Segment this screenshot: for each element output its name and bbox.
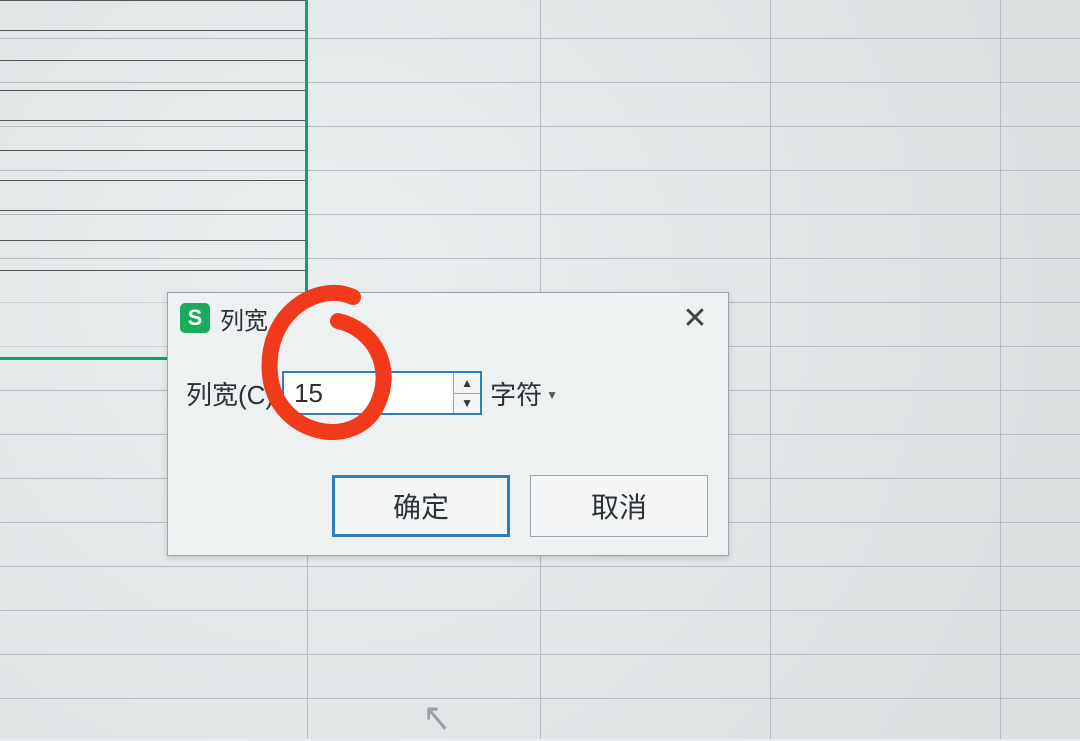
column-width-input[interactable] xyxy=(284,373,453,413)
chevron-down-icon: ▼ xyxy=(546,388,558,402)
column-width-dialog: S 列宽 ✕ 列宽(C) ▲ ▼ 字符 ▼ 确定 取消 xyxy=(167,292,729,556)
unit-dropdown[interactable]: 字符 ▼ xyxy=(490,375,558,412)
ok-button[interactable]: 确定 xyxy=(332,475,510,537)
dialog-titlebar[interactable]: S 列宽 ✕ xyxy=(168,293,728,343)
column-width-stepper[interactable]: ▲ ▼ xyxy=(282,371,482,415)
close-icon[interactable]: ✕ xyxy=(670,293,720,343)
spinner-up-icon[interactable]: ▲ xyxy=(454,373,480,394)
spinner-down-icon[interactable]: ▼ xyxy=(454,394,480,414)
app-icon: S xyxy=(180,303,210,333)
unit-label: 字符 xyxy=(490,375,542,412)
dialog-title: 列宽 xyxy=(220,301,268,336)
column-width-label: 列宽(C) xyxy=(186,375,274,412)
cancel-button[interactable]: 取消 xyxy=(530,475,708,537)
